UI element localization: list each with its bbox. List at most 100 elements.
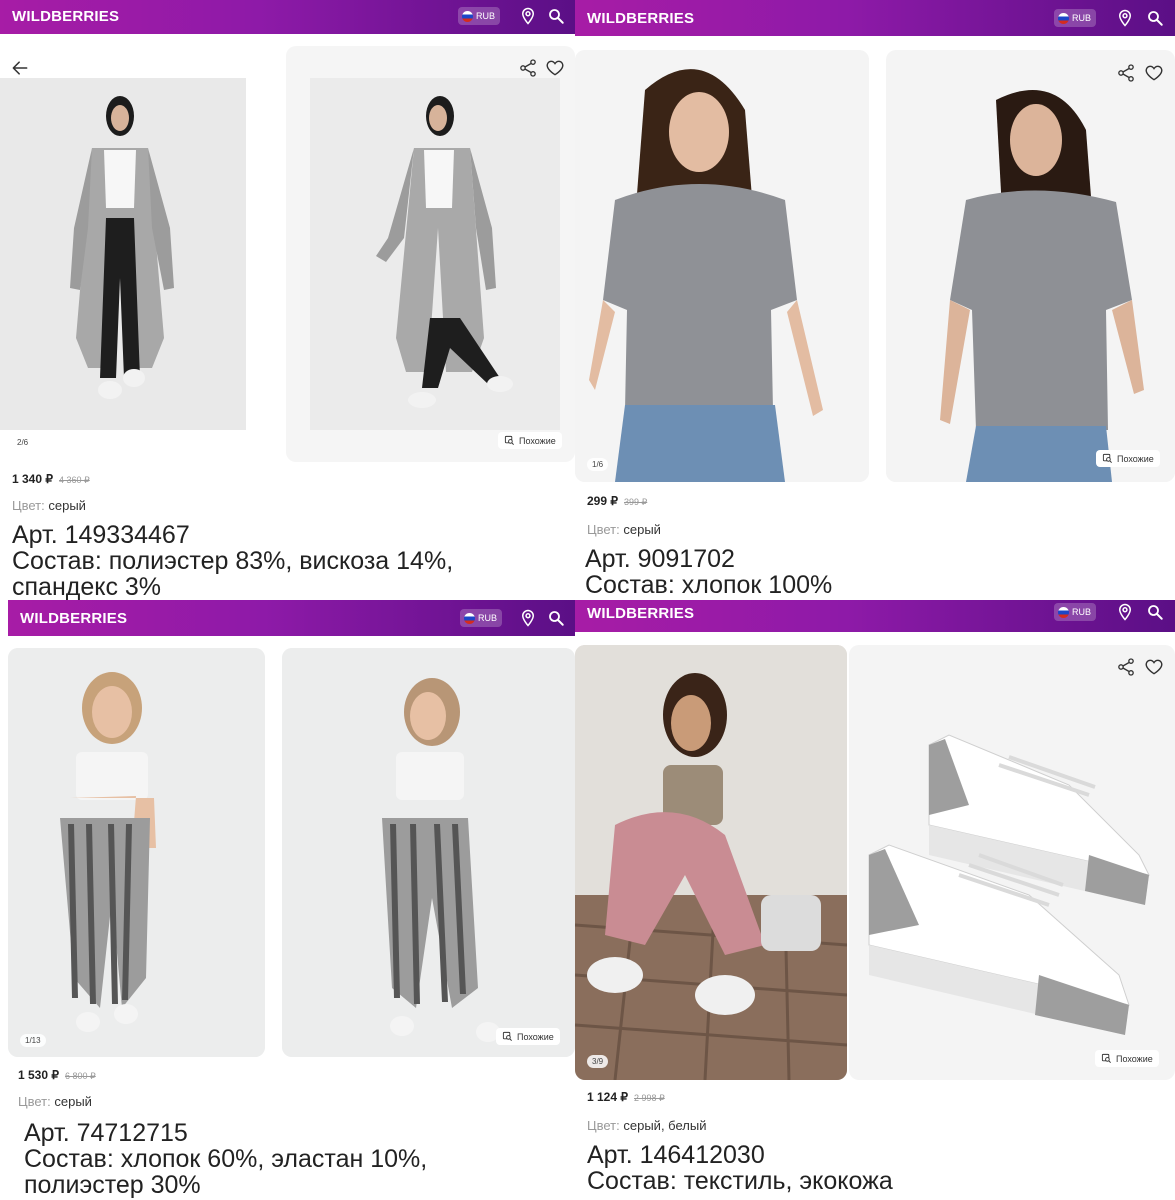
price-block: 1 124 ₽ 2 998 ₽ bbox=[587, 1090, 665, 1104]
color-value: серый, белый bbox=[623, 1118, 707, 1133]
product-photo-card[interactable]: 2/6 bbox=[0, 46, 268, 462]
article-number: Арт. 9091702 bbox=[585, 545, 735, 573]
header-bar: WILDBERRIES RUB bbox=[575, 0, 1175, 36]
currency-label: RUB bbox=[476, 11, 496, 21]
heart-icon[interactable] bbox=[1144, 657, 1164, 677]
composition-line-1: Состав: хлопок 100% bbox=[585, 571, 833, 599]
article-number: Арт. 146412030 bbox=[587, 1141, 765, 1169]
header-bar: WILDBERRIES RUB bbox=[575, 600, 1175, 632]
back-arrow-icon[interactable] bbox=[10, 58, 30, 78]
panel-tshirt: WILDBERRIES RUB 1/6 Похожие 299 ₽ 399 ₽ … bbox=[575, 0, 1175, 600]
product-caption: Арт. 74712715 Состав: хлопок 60%, эласта… bbox=[24, 1120, 427, 1198]
currency-label: RUB bbox=[1072, 607, 1092, 617]
search-icon[interactable] bbox=[1146, 9, 1164, 27]
similar-icon bbox=[1101, 1053, 1112, 1064]
currency-label: RUB bbox=[1072, 13, 1092, 23]
color-label: Цвет: bbox=[12, 498, 45, 513]
similar-icon bbox=[504, 435, 515, 446]
color-label: Цвет: bbox=[18, 1094, 51, 1109]
similar-label: Похожие bbox=[517, 1031, 554, 1042]
currency-switch[interactable]: RUB bbox=[458, 7, 501, 25]
share-icon[interactable] bbox=[518, 58, 538, 78]
product-photo-card[interactable]: Похожие bbox=[286, 46, 575, 462]
russia-flag-icon bbox=[1058, 606, 1069, 618]
similar-label: Похожие bbox=[519, 435, 556, 446]
currency-label: RUB bbox=[478, 613, 498, 623]
photo-counter: 3/9 bbox=[587, 1055, 609, 1068]
current-price: 1 124 ₽ bbox=[587, 1090, 628, 1104]
photo-counter: 1/6 bbox=[587, 458, 609, 471]
product-photo bbox=[575, 50, 869, 482]
color-value: серый bbox=[48, 498, 86, 513]
header-bar: WILDBERRIES RUB bbox=[0, 0, 575, 34]
product-photo-card[interactable]: 3/9 bbox=[575, 645, 847, 1080]
product-photo bbox=[8, 648, 265, 1057]
product-photo bbox=[849, 705, 1175, 1035]
product-caption: Арт. 9091702 Состав: хлопок 100% bbox=[585, 546, 832, 598]
similar-icon bbox=[1102, 453, 1113, 464]
location-pin-icon[interactable] bbox=[1116, 603, 1134, 621]
brand-logo[interactable]: WILDBERRIES bbox=[587, 605, 694, 622]
price-block: 299 ₽ 399 ₽ bbox=[587, 494, 647, 508]
location-pin-icon[interactable] bbox=[519, 7, 537, 25]
article-number: Арт. 149334467 bbox=[12, 521, 190, 549]
location-pin-icon[interactable] bbox=[1116, 9, 1134, 27]
product-photo-card[interactable]: Похожие bbox=[886, 50, 1175, 482]
brand-logo[interactable]: WILDBERRIES bbox=[587, 10, 694, 27]
current-price: 1 340 ₽ bbox=[12, 472, 53, 486]
similar-button[interactable]: Похожие bbox=[1096, 450, 1160, 467]
similar-button[interactable]: Похожие bbox=[498, 432, 562, 449]
brand-logo[interactable]: WILDBERRIES bbox=[12, 8, 119, 25]
product-caption: Арт. 146412030 Состав: текстиль, экокожа bbox=[587, 1142, 893, 1194]
product-photo bbox=[886, 90, 1175, 482]
old-price: 4 360 ₽ bbox=[59, 475, 90, 485]
heart-icon[interactable] bbox=[1144, 63, 1164, 83]
price-block: 1 340 ₽ 4 360 ₽ bbox=[12, 472, 90, 486]
photo-counter: 1/13 bbox=[20, 1034, 46, 1047]
similar-button[interactable]: Похожие bbox=[496, 1028, 560, 1045]
composition-line-1: Состав: хлопок 60%, эластан 10%, bbox=[24, 1145, 428, 1173]
composition-line-1: Состав: полиэстер 83%, вискоза 14%, bbox=[12, 547, 454, 575]
current-price: 1 530 ₽ bbox=[18, 1068, 59, 1082]
product-photo-card[interactable]: 1/6 bbox=[575, 50, 869, 482]
product-photo-card[interactable]: 1/13 bbox=[8, 648, 265, 1057]
location-pin-icon[interactable] bbox=[519, 609, 537, 627]
color-line: Цвет: серый bbox=[587, 522, 661, 537]
product-photo-card[interactable]: Похожие bbox=[282, 648, 575, 1057]
search-icon[interactable] bbox=[547, 609, 565, 627]
russia-flag-icon bbox=[462, 10, 473, 22]
old-price: 6 800 ₽ bbox=[65, 1071, 96, 1081]
search-icon[interactable] bbox=[1146, 603, 1164, 621]
product-photo bbox=[310, 78, 560, 430]
brand-logo[interactable]: WILDBERRIES bbox=[20, 610, 127, 627]
old-price: 399 ₽ bbox=[624, 497, 648, 507]
product-photo bbox=[0, 78, 246, 430]
currency-switch[interactable]: RUB bbox=[460, 609, 503, 627]
panel-cardigan: WILDBERRIES RUB 2/6 Похожие 1 340 ₽ 4 36… bbox=[0, 0, 575, 600]
share-icon[interactable] bbox=[1116, 657, 1136, 677]
share-icon[interactable] bbox=[1116, 63, 1136, 83]
color-label: Цвет: bbox=[587, 522, 620, 537]
similar-button[interactable]: Похожие bbox=[1095, 1050, 1159, 1067]
color-value: серый bbox=[623, 522, 661, 537]
panel-sneakers: WILDBERRIES RUB 3/9 Похожие 1 124 ₽ 2 99… bbox=[575, 600, 1175, 1200]
similar-label: Похожие bbox=[1116, 1053, 1153, 1064]
photo-counter: 2/6 bbox=[12, 436, 34, 449]
currency-switch[interactable]: RUB bbox=[1054, 9, 1097, 27]
russia-flag-icon bbox=[1058, 12, 1069, 24]
heart-icon[interactable] bbox=[545, 58, 565, 78]
product-photo bbox=[282, 648, 575, 1057]
similar-icon bbox=[502, 1031, 513, 1042]
currency-switch[interactable]: RUB bbox=[1054, 603, 1097, 621]
product-photo bbox=[575, 645, 847, 1080]
color-line: Цвет: серый, белый bbox=[587, 1118, 706, 1133]
current-price: 299 ₽ bbox=[587, 494, 618, 508]
russia-flag-icon bbox=[464, 612, 475, 624]
color-line: Цвет: серый bbox=[18, 1094, 92, 1109]
search-icon[interactable] bbox=[547, 7, 565, 25]
composition-line-1: Состав: текстиль, экокожа bbox=[587, 1167, 893, 1195]
color-label: Цвет: bbox=[587, 1118, 620, 1133]
composition-line-2: спандекс 3% bbox=[12, 573, 162, 600]
article-number: Арт. 74712715 bbox=[24, 1119, 188, 1147]
product-photo-card[interactable]: Похожие bbox=[849, 645, 1175, 1080]
